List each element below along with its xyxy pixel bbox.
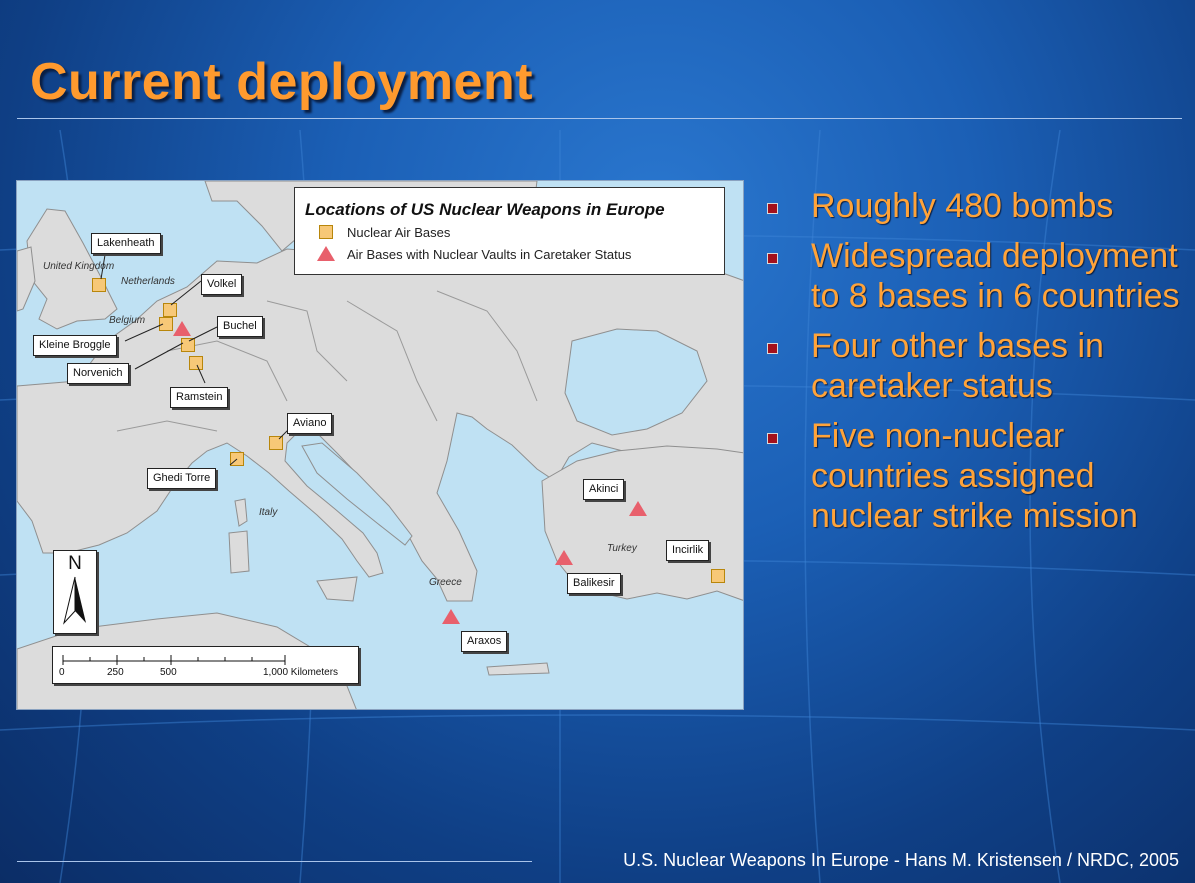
marker-caretaker-germany: [173, 321, 191, 336]
bullet-item: Five non-nuclear countries assigned nucl…: [765, 416, 1190, 536]
marker-araxos: [442, 609, 460, 624]
country-label-turkey: Turkey: [607, 543, 637, 554]
north-arrow: N: [53, 550, 97, 634]
marker-incirlik: [711, 569, 725, 583]
bullet-list: Roughly 480 bombs Widespread deployment …: [765, 186, 1190, 546]
country-label-uk: United Kingdom: [43, 261, 115, 272]
bullet-text: Widespread deployment to 8 bases in 6 co…: [811, 237, 1180, 315]
base-label-lakenheath: Lakenheath: [91, 233, 161, 254]
base-label-norvenich: Norvenich: [67, 363, 129, 384]
europe-map: Locations of US Nuclear Weapons in Europ…: [16, 180, 744, 710]
bullet-item: Roughly 480 bombs: [765, 186, 1190, 226]
north-arrow-icon: [63, 576, 86, 625]
slide-footer: U.S. Nuclear Weapons In Europe - Hans M.…: [623, 850, 1179, 870]
map-legend: Locations of US Nuclear Weapons in Europ…: [294, 187, 725, 275]
caretaker-triangle-icon: [317, 246, 335, 261]
legend-title: Locations of US Nuclear Weapons in Europ…: [305, 200, 665, 219]
marker-lakenheath: [92, 278, 106, 292]
scale-label-1000: 1,000 Kilometers: [263, 667, 339, 678]
bullet-text: Five non-nuclear countries assigned nucl…: [811, 417, 1138, 535]
bullet-text: Roughly 480 bombs: [811, 187, 1114, 225]
island-sardinia: [228, 530, 250, 574]
title-divider: [17, 118, 1182, 119]
marker-ghedi-torre: [230, 452, 244, 466]
bullet-item: Widespread deployment to 8 bases in 6 co…: [765, 236, 1190, 316]
base-label-incirlik: Incirlik: [666, 540, 710, 561]
bullet-square-icon: [767, 253, 778, 264]
footer-divider: [17, 861, 532, 862]
marker-akinci: [629, 501, 647, 516]
marker-buchel: [181, 338, 195, 352]
scale-bar-ruler: [62, 655, 286, 665]
bullet-square-icon: [767, 203, 778, 214]
scale-label-250: 250: [107, 667, 124, 678]
marker-ramstein: [189, 356, 203, 370]
scale-label-0: 0: [59, 667, 65, 678]
base-label-akinci: Akinci: [583, 479, 625, 500]
marker-volkel: [163, 303, 177, 317]
country-label-italy: Italy: [259, 507, 278, 518]
scale-bar: 0 250 500 1,000 Kilometers: [52, 646, 359, 684]
scale-label-500: 500: [160, 667, 177, 678]
marker-kleine-brogel: [159, 317, 173, 331]
base-label-balikesir: Balikesir: [567, 573, 621, 594]
marker-aviano: [269, 436, 283, 450]
base-label-araxos: Araxos: [461, 631, 508, 652]
base-label-kleine-broggle: Kleine Broggle: [33, 335, 117, 356]
legend-label-nuclear: Nuclear Air Bases: [347, 225, 451, 240]
bullet-square-icon: [767, 343, 778, 354]
base-label-ghedi-torre: Ghedi Torre: [147, 468, 217, 489]
country-label-greece: Greece: [429, 577, 462, 588]
slide-title: Current deployment: [30, 53, 534, 111]
legend-label-caretaker: Air Bases with Nuclear Vaults in Caretak…: [347, 247, 632, 262]
base-label-volkel: Volkel: [201, 274, 243, 295]
bullet-item: Four other bases in caretaker status: [765, 326, 1190, 406]
bullet-text: Four other bases in caretaker status: [811, 327, 1104, 405]
country-label-belgium: Belgium: [109, 315, 146, 326]
base-label-ramstein: Ramstein: [170, 387, 229, 408]
marker-balikesir: [555, 550, 573, 565]
base-label-buchel: Buchel: [217, 316, 263, 337]
bullet-square-icon: [767, 433, 778, 444]
base-label-aviano: Aviano: [287, 413, 333, 434]
nuclear-base-square-icon: [319, 225, 333, 239]
country-label-netherlands: Netherlands: [121, 276, 175, 287]
